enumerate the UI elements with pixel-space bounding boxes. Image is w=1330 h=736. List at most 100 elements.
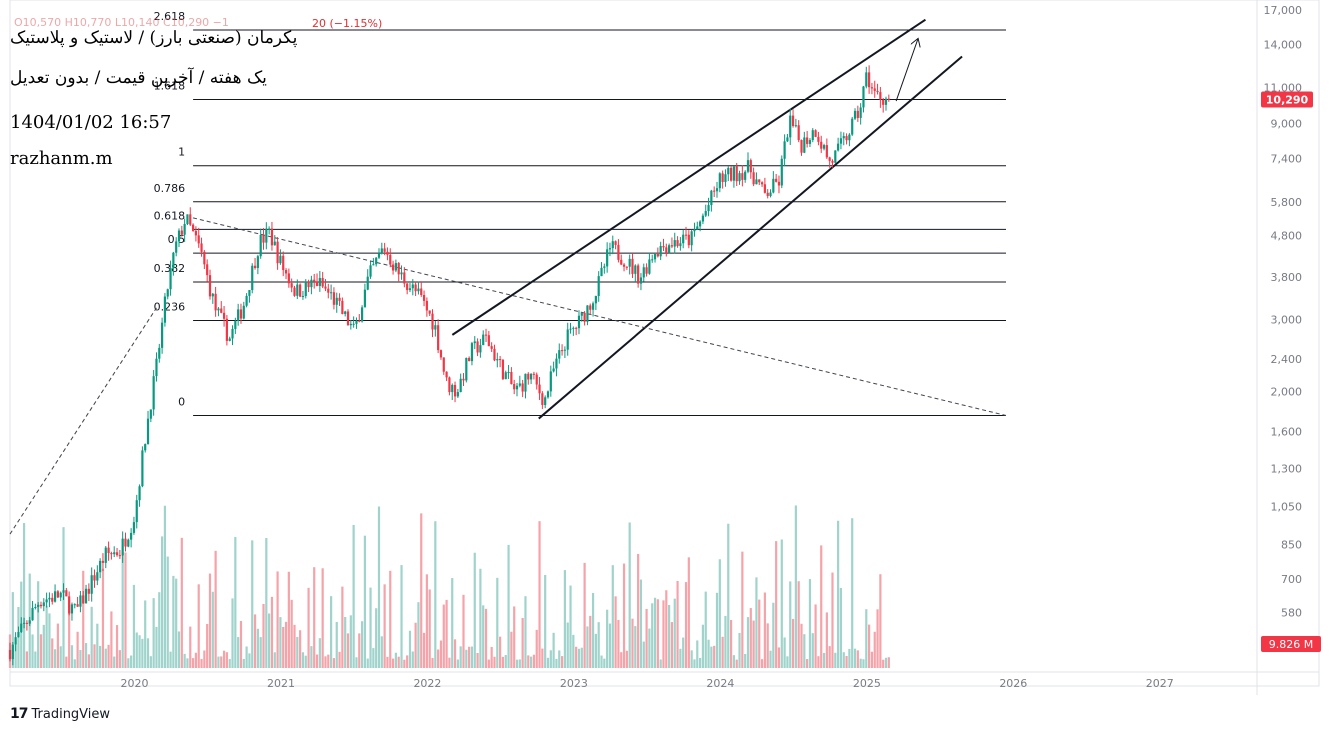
candle-body xyxy=(110,553,113,555)
candle-body xyxy=(772,178,775,193)
volume-bar xyxy=(406,655,409,668)
chart-canvas[interactable]: 00.2360.3820.50.6180.78611.6182.618 17,0… xyxy=(0,0,1330,732)
volume-bar xyxy=(560,656,564,668)
volume-bar xyxy=(882,659,885,668)
candle-body xyxy=(101,560,105,563)
candle-body xyxy=(563,349,566,351)
price-tick-label: 3,000 xyxy=(1271,313,1303,326)
candle-body xyxy=(180,230,183,235)
candle-body xyxy=(127,539,130,547)
candle-body xyxy=(524,373,527,392)
time-tick-label: 2020 xyxy=(121,677,149,690)
volume-bar xyxy=(724,615,727,668)
volume-bar xyxy=(468,646,471,668)
candle-body xyxy=(707,205,710,212)
candle-body xyxy=(479,345,482,353)
volume-bar xyxy=(670,622,674,668)
fib-level-label: 0.618 xyxy=(154,209,186,222)
volume-bar xyxy=(172,575,175,668)
candle-body xyxy=(191,224,195,231)
candle-body xyxy=(662,246,665,248)
volume-bar xyxy=(777,647,781,668)
volume-bar xyxy=(161,536,164,668)
volume-bar xyxy=(628,522,631,668)
price-tick-label: 700 xyxy=(1281,573,1302,586)
candle-body xyxy=(96,572,99,581)
volume-bar xyxy=(296,636,299,668)
candle-body xyxy=(37,604,40,608)
candle-body xyxy=(806,137,809,144)
candle-body xyxy=(817,136,820,142)
volume-bar xyxy=(31,634,34,668)
candle-body xyxy=(152,376,155,410)
candle-body xyxy=(380,248,383,254)
candle-body xyxy=(62,590,65,593)
chart[interactable]: 0 0.236 0.382 0.5 0.618 0.786 1 1.618 2.618 17,0… xyxy=(0,0,1330,732)
volume-bar xyxy=(82,570,85,668)
volume-bar xyxy=(414,622,417,668)
candle-body xyxy=(144,444,147,451)
volume-bar xyxy=(341,586,344,668)
volume-bar xyxy=(321,568,324,668)
candle-body xyxy=(53,591,57,602)
volume-bar xyxy=(752,620,755,668)
volume-bar xyxy=(335,621,338,668)
candle-body xyxy=(203,251,206,265)
candle-body xyxy=(414,284,417,292)
volume-bar xyxy=(380,636,383,668)
candle-body xyxy=(487,335,490,347)
volume-bar xyxy=(839,587,843,668)
candle-body xyxy=(138,486,141,501)
candle-body xyxy=(538,384,541,394)
candle-body xyxy=(22,622,26,624)
candle-body xyxy=(453,384,457,397)
candle-body xyxy=(786,137,789,142)
volume-bar xyxy=(558,650,561,668)
volume-bar xyxy=(611,565,614,668)
volume-bar xyxy=(707,639,710,668)
candle-body xyxy=(637,265,640,284)
volume-bar xyxy=(228,659,231,668)
price-tick-label: 17,000 xyxy=(1264,4,1303,17)
volume-bar xyxy=(155,626,158,668)
candle-body xyxy=(670,245,674,247)
candle-body xyxy=(279,255,282,264)
volume-bar xyxy=(538,521,541,668)
volume-bar xyxy=(431,657,434,668)
candle-body xyxy=(332,292,336,305)
candle-body xyxy=(594,296,597,304)
volume-bar xyxy=(251,540,254,668)
tradingview-logo[interactable]: 17 TradingView xyxy=(10,706,110,722)
candle-body xyxy=(330,292,333,294)
candle-body xyxy=(825,145,828,158)
candle-body xyxy=(763,184,766,193)
volume-bar xyxy=(476,652,479,668)
candle-body xyxy=(569,328,572,330)
volume-bar xyxy=(487,659,490,668)
candle-body xyxy=(555,358,558,369)
volume-bar xyxy=(879,574,882,668)
volume-bar xyxy=(121,552,124,668)
volume-bar xyxy=(721,636,724,668)
candle-body xyxy=(577,315,581,329)
volume-bar xyxy=(521,617,524,668)
candle-body xyxy=(400,272,403,275)
candle-body xyxy=(141,450,144,487)
volume-bar xyxy=(253,614,257,668)
candle-body xyxy=(639,277,643,284)
volume-bar xyxy=(842,652,845,668)
candle-body xyxy=(456,392,459,397)
volume-bar xyxy=(25,651,29,668)
volume-bar xyxy=(411,651,414,668)
volume-bar xyxy=(772,602,775,668)
volume-bar xyxy=(513,606,516,668)
volume-bar xyxy=(738,632,741,668)
time-tick-label: 2023 xyxy=(560,677,588,690)
volume-bar xyxy=(510,631,513,668)
volume-bar xyxy=(70,645,74,668)
volume-bar xyxy=(659,659,662,668)
volume-bar xyxy=(501,656,505,668)
volume-bar xyxy=(620,652,623,668)
candle-body xyxy=(161,322,164,348)
volume-bar xyxy=(800,623,803,668)
